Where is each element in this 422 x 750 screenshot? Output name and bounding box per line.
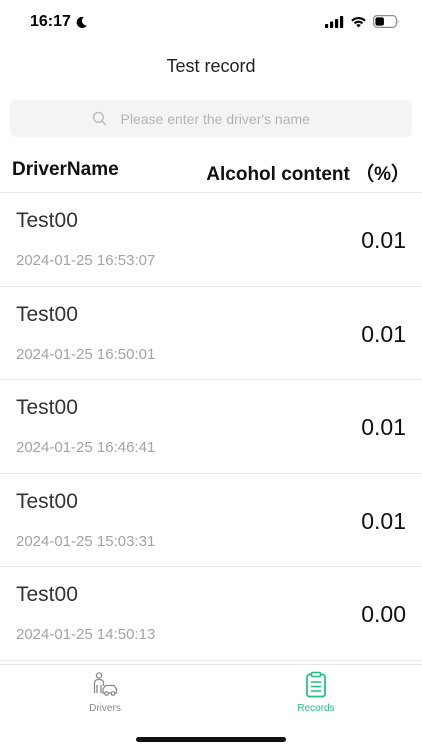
record-timestamp: 2024-01-25 15:03:31 (16, 532, 156, 550)
status-time-group: 16:17 (30, 13, 88, 31)
record-row[interactable]: Test00 2024-01-25 14:50:13 0.00 (0, 567, 422, 661)
page-title: Test record (166, 56, 256, 76)
search-icon (92, 111, 106, 126)
status-time: 16:17 (30, 13, 71, 30)
record-alcohol-value: 0.01 (361, 414, 406, 440)
driver-car-icon (93, 672, 118, 696)
screen: 16:17 Test record Please enter the drive… (0, 0, 422, 750)
tab-drivers-label: Drivers (89, 703, 121, 714)
column-header-alcohol-content: Alcohol content （%） (206, 164, 410, 185)
wifi-icon (351, 16, 366, 27)
record-driver-name: Test00 (16, 302, 78, 326)
table-header: DriverName Alcohol content （%） (0, 155, 422, 193)
record-list: Test00 2024-01-25 16:53:07 0.01 Test00 2… (0, 193, 422, 661)
tab-records[interactable]: Records (266, 671, 366, 715)
status-indicators (325, 15, 400, 28)
record-row[interactable]: Test00 2024-01-25 16:53:07 0.01 (0, 193, 422, 287)
home-indicator[interactable] (136, 737, 286, 742)
tab-records-label: Records (297, 703, 335, 714)
search-input[interactable] (120, 110, 331, 127)
record-timestamp: 2024-01-25 14:50:13 (16, 626, 156, 643)
record-row[interactable]: Test00 2024-01-25 15:03:31 0.01 (0, 474, 422, 567)
moon-icon (76, 16, 87, 28)
record-driver-name: Test00 (16, 583, 78, 606)
record-driver-name: Test00 (16, 209, 78, 232)
signal-icon (325, 15, 344, 28)
record-alcohol-value: 0.00 (361, 601, 406, 627)
record-timestamp: 2024-01-25 16:50:01 (16, 345, 156, 363)
status-bar: 16:17 (0, 0, 422, 46)
record-timestamp: 2024-01-25 16:53:07 (16, 252, 156, 269)
search-box[interactable] (10, 100, 412, 137)
record-row[interactable]: Test00 2024-01-25 16:50:01 0.01 (0, 287, 422, 380)
column-header-driver-name: DriverName (12, 159, 119, 180)
clipboard-icon (306, 671, 326, 698)
record-driver-name: Test00 (16, 396, 78, 419)
record-driver-name: Test00 (16, 489, 78, 513)
record-alcohol-value: 0.01 (361, 320, 406, 347)
record-row[interactable]: Test00 2024-01-25 16:46:41 0.01 (0, 380, 422, 474)
tab-drivers[interactable]: Drivers (55, 671, 155, 715)
record-alcohol-value: 0.01 (361, 507, 406, 534)
record-alcohol-value: 0.01 (361, 227, 406, 253)
battery-icon (373, 15, 399, 28)
record-timestamp: 2024-01-25 16:46:41 (16, 439, 156, 456)
